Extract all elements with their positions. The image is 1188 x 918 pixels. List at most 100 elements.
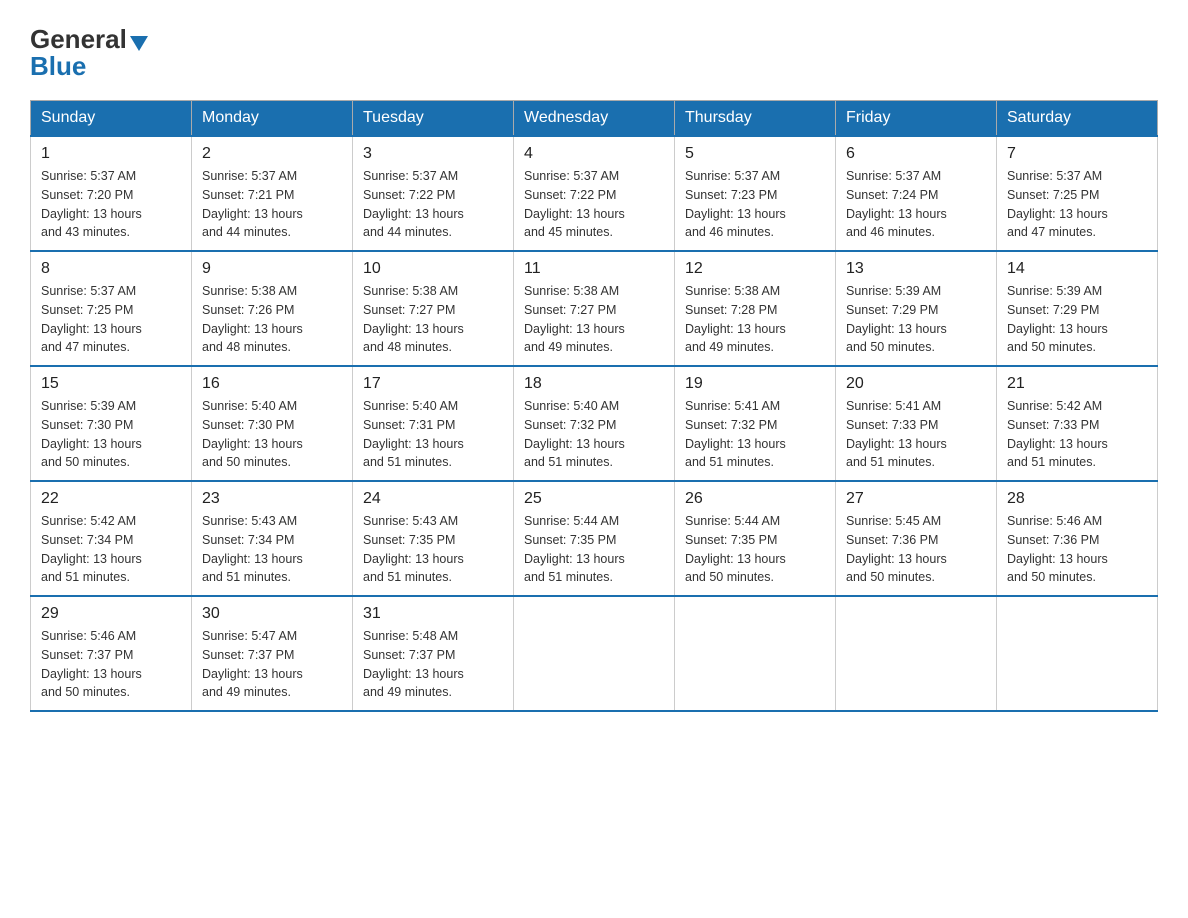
calendar-cell: 25 Sunrise: 5:44 AM Sunset: 7:35 PM Dayl… [514, 481, 675, 596]
calendar-cell [997, 596, 1158, 711]
day-number: 15 [41, 375, 181, 393]
day-info: Sunrise: 5:43 AM Sunset: 7:34 PM Dayligh… [202, 512, 342, 587]
day-info: Sunrise: 5:37 AM Sunset: 7:25 PM Dayligh… [41, 282, 181, 357]
day-info: Sunrise: 5:45 AM Sunset: 7:36 PM Dayligh… [846, 512, 986, 587]
page-header: General Blue [30, 24, 1158, 82]
calendar-cell [675, 596, 836, 711]
day-info: Sunrise: 5:46 AM Sunset: 7:37 PM Dayligh… [41, 627, 181, 702]
logo-triangle-icon [130, 36, 148, 51]
calendar-cell: 3 Sunrise: 5:37 AM Sunset: 7:22 PM Dayli… [353, 136, 514, 251]
weekday-header: Wednesday [514, 101, 675, 137]
calendar-cell: 17 Sunrise: 5:40 AM Sunset: 7:31 PM Dayl… [353, 366, 514, 481]
weekday-header: Tuesday [353, 101, 514, 137]
calendar-cell: 5 Sunrise: 5:37 AM Sunset: 7:23 PM Dayli… [675, 136, 836, 251]
day-info: Sunrise: 5:38 AM Sunset: 7:27 PM Dayligh… [363, 282, 503, 357]
calendar-cell: 31 Sunrise: 5:48 AM Sunset: 7:37 PM Dayl… [353, 596, 514, 711]
day-info: Sunrise: 5:38 AM Sunset: 7:27 PM Dayligh… [524, 282, 664, 357]
calendar-cell: 7 Sunrise: 5:37 AM Sunset: 7:25 PM Dayli… [997, 136, 1158, 251]
day-number: 27 [846, 490, 986, 508]
day-info: Sunrise: 5:46 AM Sunset: 7:36 PM Dayligh… [1007, 512, 1147, 587]
day-number: 13 [846, 260, 986, 278]
day-number: 6 [846, 145, 986, 163]
calendar-cell: 27 Sunrise: 5:45 AM Sunset: 7:36 PM Dayl… [836, 481, 997, 596]
calendar-cell: 15 Sunrise: 5:39 AM Sunset: 7:30 PM Dayl… [31, 366, 192, 481]
day-number: 1 [41, 145, 181, 163]
weekday-header: Sunday [31, 101, 192, 137]
calendar-week-row: 22 Sunrise: 5:42 AM Sunset: 7:34 PM Dayl… [31, 481, 1158, 596]
calendar-table: SundayMondayTuesdayWednesdayThursdayFrid… [30, 100, 1158, 712]
day-number: 7 [1007, 145, 1147, 163]
calendar-header-row: SundayMondayTuesdayWednesdayThursdayFrid… [31, 101, 1158, 137]
day-info: Sunrise: 5:37 AM Sunset: 7:23 PM Dayligh… [685, 167, 825, 242]
day-number: 12 [685, 260, 825, 278]
day-number: 11 [524, 260, 664, 278]
weekday-header: Saturday [997, 101, 1158, 137]
calendar-cell: 26 Sunrise: 5:44 AM Sunset: 7:35 PM Dayl… [675, 481, 836, 596]
weekday-header: Thursday [675, 101, 836, 137]
day-info: Sunrise: 5:38 AM Sunset: 7:28 PM Dayligh… [685, 282, 825, 357]
day-number: 21 [1007, 375, 1147, 393]
calendar-cell: 24 Sunrise: 5:43 AM Sunset: 7:35 PM Dayl… [353, 481, 514, 596]
weekday-header: Monday [192, 101, 353, 137]
weekday-header: Friday [836, 101, 997, 137]
day-number: 4 [524, 145, 664, 163]
day-number: 25 [524, 490, 664, 508]
calendar-cell: 13 Sunrise: 5:39 AM Sunset: 7:29 PM Dayl… [836, 251, 997, 366]
day-number: 31 [363, 605, 503, 623]
day-number: 28 [1007, 490, 1147, 508]
calendar-cell: 30 Sunrise: 5:47 AM Sunset: 7:37 PM Dayl… [192, 596, 353, 711]
calendar-cell: 9 Sunrise: 5:38 AM Sunset: 7:26 PM Dayli… [192, 251, 353, 366]
day-info: Sunrise: 5:42 AM Sunset: 7:34 PM Dayligh… [41, 512, 181, 587]
day-number: 26 [685, 490, 825, 508]
day-info: Sunrise: 5:47 AM Sunset: 7:37 PM Dayligh… [202, 627, 342, 702]
calendar-cell: 18 Sunrise: 5:40 AM Sunset: 7:32 PM Dayl… [514, 366, 675, 481]
calendar-cell: 22 Sunrise: 5:42 AM Sunset: 7:34 PM Dayl… [31, 481, 192, 596]
calendar-week-row: 15 Sunrise: 5:39 AM Sunset: 7:30 PM Dayl… [31, 366, 1158, 481]
calendar-cell: 12 Sunrise: 5:38 AM Sunset: 7:28 PM Dayl… [675, 251, 836, 366]
calendar-cell: 14 Sunrise: 5:39 AM Sunset: 7:29 PM Dayl… [997, 251, 1158, 366]
day-number: 29 [41, 605, 181, 623]
day-number: 16 [202, 375, 342, 393]
day-info: Sunrise: 5:41 AM Sunset: 7:32 PM Dayligh… [685, 397, 825, 472]
day-number: 18 [524, 375, 664, 393]
day-number: 17 [363, 375, 503, 393]
day-number: 24 [363, 490, 503, 508]
day-number: 20 [846, 375, 986, 393]
calendar-cell: 21 Sunrise: 5:42 AM Sunset: 7:33 PM Dayl… [997, 366, 1158, 481]
day-number: 23 [202, 490, 342, 508]
day-info: Sunrise: 5:40 AM Sunset: 7:32 PM Dayligh… [524, 397, 664, 472]
calendar-cell: 6 Sunrise: 5:37 AM Sunset: 7:24 PM Dayli… [836, 136, 997, 251]
day-number: 2 [202, 145, 342, 163]
day-info: Sunrise: 5:40 AM Sunset: 7:30 PM Dayligh… [202, 397, 342, 472]
calendar-cell: 20 Sunrise: 5:41 AM Sunset: 7:33 PM Dayl… [836, 366, 997, 481]
day-info: Sunrise: 5:37 AM Sunset: 7:24 PM Dayligh… [846, 167, 986, 242]
calendar-cell: 29 Sunrise: 5:46 AM Sunset: 7:37 PM Dayl… [31, 596, 192, 711]
day-info: Sunrise: 5:44 AM Sunset: 7:35 PM Dayligh… [524, 512, 664, 587]
day-info: Sunrise: 5:42 AM Sunset: 7:33 PM Dayligh… [1007, 397, 1147, 472]
calendar-cell: 19 Sunrise: 5:41 AM Sunset: 7:32 PM Dayl… [675, 366, 836, 481]
calendar-cell [836, 596, 997, 711]
calendar-cell: 28 Sunrise: 5:46 AM Sunset: 7:36 PM Dayl… [997, 481, 1158, 596]
day-info: Sunrise: 5:37 AM Sunset: 7:22 PM Dayligh… [363, 167, 503, 242]
calendar-week-row: 1 Sunrise: 5:37 AM Sunset: 7:20 PM Dayli… [31, 136, 1158, 251]
calendar-cell: 4 Sunrise: 5:37 AM Sunset: 7:22 PM Dayli… [514, 136, 675, 251]
day-number: 8 [41, 260, 181, 278]
calendar-cell: 1 Sunrise: 5:37 AM Sunset: 7:20 PM Dayli… [31, 136, 192, 251]
day-number: 19 [685, 375, 825, 393]
calendar-cell: 16 Sunrise: 5:40 AM Sunset: 7:30 PM Dayl… [192, 366, 353, 481]
calendar-cell: 10 Sunrise: 5:38 AM Sunset: 7:27 PM Dayl… [353, 251, 514, 366]
day-info: Sunrise: 5:44 AM Sunset: 7:35 PM Dayligh… [685, 512, 825, 587]
day-info: Sunrise: 5:37 AM Sunset: 7:25 PM Dayligh… [1007, 167, 1147, 242]
calendar-week-row: 8 Sunrise: 5:37 AM Sunset: 7:25 PM Dayli… [31, 251, 1158, 366]
calendar-cell: 11 Sunrise: 5:38 AM Sunset: 7:27 PM Dayl… [514, 251, 675, 366]
day-info: Sunrise: 5:39 AM Sunset: 7:30 PM Dayligh… [41, 397, 181, 472]
calendar-cell: 23 Sunrise: 5:43 AM Sunset: 7:34 PM Dayl… [192, 481, 353, 596]
day-info: Sunrise: 5:38 AM Sunset: 7:26 PM Dayligh… [202, 282, 342, 357]
day-number: 14 [1007, 260, 1147, 278]
day-number: 30 [202, 605, 342, 623]
day-info: Sunrise: 5:37 AM Sunset: 7:20 PM Dayligh… [41, 167, 181, 242]
day-info: Sunrise: 5:39 AM Sunset: 7:29 PM Dayligh… [1007, 282, 1147, 357]
day-number: 9 [202, 260, 342, 278]
day-info: Sunrise: 5:48 AM Sunset: 7:37 PM Dayligh… [363, 627, 503, 702]
calendar-cell: 8 Sunrise: 5:37 AM Sunset: 7:25 PM Dayli… [31, 251, 192, 366]
